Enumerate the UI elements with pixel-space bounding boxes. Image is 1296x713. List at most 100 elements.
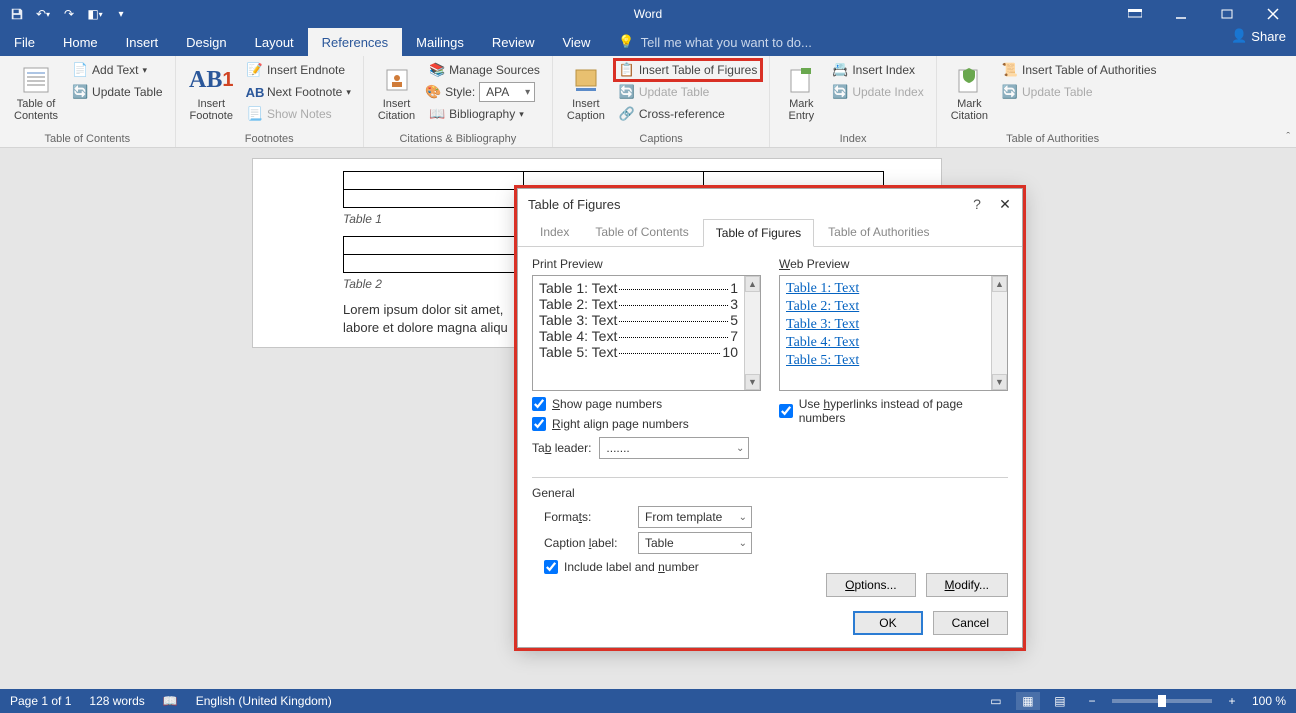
manage-icon: 📚 [429, 62, 445, 78]
modify-button[interactable]: Modify... [926, 573, 1008, 597]
save-icon[interactable] [6, 3, 28, 25]
tab-insert[interactable]: Insert [112, 28, 173, 56]
cross-reference-button[interactable]: 🔗Cross-reference [615, 104, 762, 124]
show-page-numbers-input[interactable] [532, 397, 546, 411]
caption-label-combo[interactable]: Table⌄ [638, 532, 752, 554]
dialog-tab-index[interactable]: Index [528, 219, 581, 246]
show-notes-icon: 📃 [247, 106, 263, 122]
status-bar: Page 1 of 1 128 words 📖 English (United … [0, 689, 1296, 713]
menu-bar: File Home Insert Design Layout Reference… [0, 28, 1296, 56]
read-mode-icon[interactable]: ▭ [984, 692, 1008, 710]
toc-label: Table of Contents [14, 98, 58, 122]
web-layout-icon[interactable]: ▤ [1048, 692, 1072, 710]
print-preview-scrollbar[interactable]: ▲ ▼ [744, 276, 760, 390]
options-button[interactable]: Options... [826, 573, 915, 597]
print-layout-icon[interactable]: ▦ [1016, 692, 1040, 710]
status-page[interactable]: Page 1 of 1 [10, 694, 71, 708]
tell-me-search[interactable]: 💡 Tell me what you want to do... [604, 28, 825, 56]
use-hyperlinks-checkbox[interactable]: Use hyperlinks instead of page numbers [779, 397, 1008, 425]
formats-value: From template [645, 510, 722, 524]
formats-combo[interactable]: From template⌄ [638, 506, 752, 528]
tab-review[interactable]: Review [478, 28, 549, 56]
status-words[interactable]: 128 words [89, 694, 144, 708]
share-button[interactable]: 👤 Share [1231, 28, 1286, 44]
undo-icon[interactable]: ↶▾ [32, 3, 54, 25]
tab-mailings[interactable]: Mailings [402, 28, 478, 56]
dialog-tabs: Index Table of Contents Table of Figures… [518, 219, 1022, 247]
style-icon: 🎨 [425, 84, 441, 100]
redo-icon[interactable]: ↷ [58, 3, 80, 25]
update-index-label: Update Index [852, 85, 923, 99]
insert-table-of-figures-button[interactable]: 📋Insert Table of Figures [615, 60, 762, 80]
group-label-toc: Table of Contents [8, 131, 167, 145]
scroll-up-icon[interactable]: ▲ [745, 276, 760, 292]
minimize-icon[interactable] [1158, 0, 1204, 28]
style-select[interactable]: APA▾ [479, 82, 535, 102]
insert-caption-button[interactable]: Insert Caption [561, 60, 611, 131]
dialog-tab-toc[interactable]: Table of Contents [583, 219, 700, 246]
tab-view[interactable]: View [548, 28, 604, 56]
dialog-close-icon[interactable]: ✕ [994, 193, 1016, 215]
web-preview-scrollbar[interactable]: ▲ ▼ [991, 276, 1007, 390]
general-section-label: General [532, 477, 1008, 500]
dialog-help-icon[interactable]: ? [966, 193, 988, 215]
qat-customize-icon[interactable]: ▾ [110, 3, 132, 25]
bibliography-icon: 📖 [429, 106, 445, 122]
status-language[interactable]: English (United Kingdom) [196, 694, 332, 708]
add-text-button[interactable]: 📄Add Text▾ [68, 60, 167, 80]
insert-footnote-button[interactable]: AB1 Insert Footnote [184, 60, 239, 131]
web-preview-link: Table 5: Text [786, 352, 985, 370]
include-label-input[interactable] [544, 560, 558, 574]
tab-leader-combo[interactable]: .......⌄ [599, 437, 749, 459]
maximize-icon[interactable] [1204, 0, 1250, 28]
mark-citation-button[interactable]: Mark Citation [945, 60, 994, 131]
tab-references[interactable]: References [308, 28, 402, 56]
hyperlinks-input[interactable] [779, 404, 793, 418]
share-icon: 👤 [1231, 28, 1247, 44]
caption-value: Table [645, 536, 674, 550]
group-captions: Insert Caption 📋Insert Table of Figures … [553, 56, 770, 147]
update-toc-button[interactable]: 🔄Update Table [68, 82, 167, 102]
group-index: Mark Entry 📇Insert Index 🔄Update Index I… [770, 56, 936, 147]
scroll-down-icon[interactable]: ▼ [745, 374, 760, 390]
insert-index-button[interactable]: 📇Insert Index [828, 60, 927, 80]
insert-endnote-button[interactable]: 📝Insert Endnote [243, 60, 355, 80]
insert-toa-button[interactable]: 📜Insert Table of Authorities [998, 60, 1161, 80]
proofing-icon[interactable]: 📖 [163, 694, 178, 708]
mark-entry-button[interactable]: Mark Entry [778, 60, 824, 131]
dialog-tab-toa[interactable]: Table of Authorities [816, 219, 941, 246]
close-icon[interactable] [1250, 0, 1296, 28]
web-scroll-down-icon[interactable]: ▼ [992, 374, 1007, 390]
include-label-checkbox[interactable]: Include label and number [544, 560, 1008, 574]
zoom-level[interactable]: 100 % [1252, 694, 1286, 708]
zoom-in-icon[interactable]: + [1220, 692, 1244, 710]
cancel-button[interactable]: Cancel [933, 611, 1008, 635]
dialog-title: Table of Figures [518, 189, 1022, 219]
next-footnote-label: Next Footnote [267, 85, 342, 99]
zoom-out-icon[interactable]: − [1080, 692, 1104, 710]
crossref-label: Cross-reference [639, 107, 725, 121]
tab-design[interactable]: Design [172, 28, 240, 56]
show-page-numbers-checkbox[interactable]: SShow page numbershow page numbers [532, 397, 761, 411]
table-of-contents-button[interactable]: Table of Contents [8, 60, 64, 131]
next-footnote-button[interactable]: ABNext Footnote▾ [243, 82, 355, 102]
group-citations: Insert Citation 📚Manage Sources 🎨 Style:… [364, 56, 553, 147]
dialog-tab-tof[interactable]: Table of Figures [703, 219, 814, 247]
tab-home[interactable]: Home [49, 28, 112, 56]
ok-button[interactable]: OK [853, 611, 922, 635]
tab-file[interactable]: File [0, 28, 49, 56]
right-align-checkbox[interactable]: Right align page numbers [532, 417, 761, 431]
update-toa-label: Update Table [1022, 85, 1093, 99]
right-align-input[interactable] [532, 417, 546, 431]
touch-mode-icon[interactable]: ◧▾ [84, 3, 106, 25]
insert-citation-button[interactable]: Insert Citation [372, 60, 421, 131]
zoom-slider[interactable] [1112, 699, 1212, 703]
tab-layout[interactable]: Layout [241, 28, 308, 56]
collapse-ribbon-icon[interactable]: ˆ [1286, 131, 1290, 143]
zoom-thumb[interactable] [1158, 695, 1166, 707]
bibliography-button[interactable]: 📖Bibliography▾ [425, 104, 544, 124]
ribbon-options-icon[interactable] [1112, 0, 1158, 28]
web-scroll-up-icon[interactable]: ▲ [992, 276, 1007, 292]
manage-sources-button[interactable]: 📚Manage Sources [425, 60, 544, 80]
dialog-body: Print Preview Table 1: Text1Table 2: Tex… [518, 247, 1022, 590]
